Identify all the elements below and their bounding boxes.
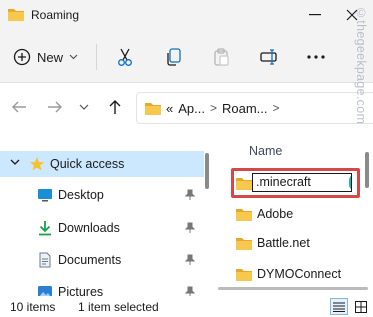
tiles-view-icon	[355, 300, 367, 313]
nav-item-label: Quick access	[50, 157, 125, 171]
new-button-label: New	[37, 49, 64, 65]
file-list-pane: Name .minecraft Adobe Battle.net DYMOCon…	[216, 131, 373, 296]
item-count: 10 items	[10, 300, 56, 314]
pin-icon[interactable]	[185, 286, 195, 296]
command-bar: New	[0, 30, 373, 83]
folder-icon	[236, 238, 252, 250]
document-icon	[39, 252, 51, 268]
breadcrumb-separator: >	[209, 101, 217, 115]
folder-icon	[236, 269, 252, 281]
column-header-name[interactable]: Name	[249, 144, 282, 158]
paste-icon	[214, 48, 229, 66]
address-row: « Ap... > Roam... >	[0, 84, 373, 130]
nav-item-label: Desktop	[58, 188, 104, 202]
plus-circle-icon	[13, 48, 31, 66]
horizontal-scrollbar[interactable]	[218, 287, 368, 290]
pictures-icon	[38, 286, 52, 296]
chevron-down-icon	[69, 54, 78, 60]
nav-item-quick-access[interactable]: Quick access	[0, 151, 204, 177]
folder-icon	[8, 9, 24, 21]
new-button[interactable]: New	[13, 45, 91, 69]
file-row[interactable]: Battle.net	[216, 230, 366, 256]
forward-button[interactable]	[44, 96, 66, 118]
file-row[interactable]: DYMOConnect	[216, 261, 366, 287]
tiles-view-button[interactable]	[352, 298, 370, 315]
file-name: DYMOConnect	[257, 267, 342, 281]
rename-icon	[260, 49, 277, 65]
star-icon	[29, 157, 45, 171]
desktop-icon	[38, 189, 52, 202]
status-bar: 10 items 1 item selected	[0, 296, 373, 317]
breadcrumb-separator: >	[272, 101, 280, 115]
more-icon	[307, 55, 325, 59]
file-name: Adobe	[257, 207, 294, 221]
chevron-down-icon	[79, 104, 89, 110]
paste-button[interactable]	[209, 45, 233, 69]
nav-item-pictures[interactable]: Pictures	[0, 279, 204, 296]
cut-button[interactable]	[113, 45, 137, 69]
title-bar: Roaming	[0, 0, 373, 30]
selection-count: 1 item selected	[78, 300, 159, 314]
watermark: ©thegeekpage.com	[354, 6, 368, 125]
nav-item-label: Downloads	[58, 221, 120, 235]
nav-item-downloads[interactable]: Downloads	[0, 215, 204, 241]
file-name: Battle.net	[257, 236, 310, 250]
more-options-button[interactable]	[304, 45, 328, 69]
minimize-icon	[309, 14, 321, 16]
nav-item-documents[interactable]: Documents	[0, 247, 204, 273]
copy-icon	[167, 48, 181, 66]
address-bar[interactable]: « Ap... > Roam... >	[136, 92, 373, 124]
arrow-up-icon	[109, 100, 121, 114]
scissors-icon	[118, 48, 132, 66]
nav-item-label: Documents	[58, 253, 122, 267]
copy-button[interactable]	[162, 45, 186, 69]
pin-icon[interactable]	[185, 222, 195, 234]
folder-icon	[236, 209, 252, 221]
file-list-scrollbar[interactable]	[365, 152, 369, 188]
chevron-down-icon[interactable]	[10, 159, 20, 165]
nav-scrollbar[interactable]	[205, 153, 209, 189]
arrow-right-icon	[48, 101, 62, 113]
pin-icon[interactable]	[185, 254, 195, 266]
pin-icon[interactable]	[185, 189, 195, 201]
breadcrumb-overflow[interactable]: «	[166, 101, 173, 116]
nav-item-label: Pictures	[58, 285, 104, 296]
back-button[interactable]	[8, 96, 30, 118]
up-button[interactable]	[104, 96, 126, 118]
details-view-button[interactable]	[330, 298, 348, 315]
minimize-button[interactable]	[302, 3, 328, 27]
window-title: Roaming	[31, 8, 80, 22]
file-row[interactable]: Adobe	[216, 201, 366, 227]
rename-highlight-box	[231, 168, 360, 198]
rename-button[interactable]	[257, 45, 281, 69]
toolbar-divider	[96, 44, 97, 70]
arrow-left-icon	[12, 101, 26, 113]
nav-item-desktop[interactable]: Desktop	[0, 182, 204, 208]
breadcrumb-item[interactable]: Ap...	[178, 101, 205, 116]
details-view-icon	[333, 302, 345, 312]
folder-icon	[145, 103, 161, 115]
download-icon	[39, 221, 51, 236]
navigation-pane: Quick access Desktop Downloads Documents	[0, 131, 216, 296]
breadcrumb-item[interactable]: Roam...	[222, 101, 268, 116]
recent-locations-button[interactable]	[73, 96, 95, 118]
